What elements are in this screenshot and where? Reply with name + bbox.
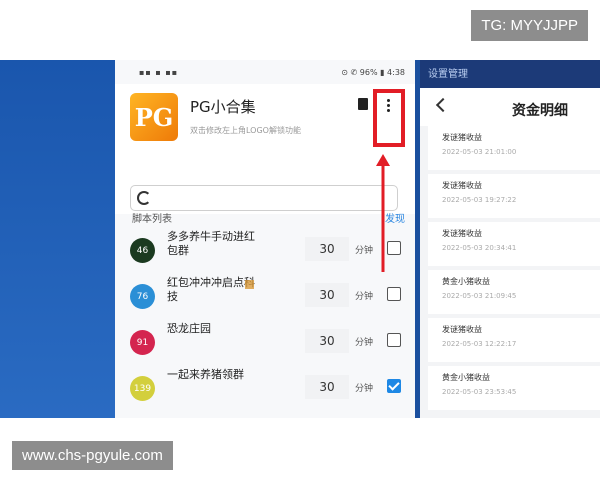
funds-entry-date: 2022-05-03 20:34:41 (442, 244, 517, 252)
funds-entry-date: 2022-05-03 19:27:22 (442, 196, 517, 204)
script-list-title: 脚本列表 (132, 214, 172, 225)
funds-entry-name: 发谜猪收益 (442, 181, 482, 190)
script-checkbox[interactable] (387, 287, 401, 301)
funds-header: 资金明细 (420, 88, 600, 126)
screenshot-photo: ▪▪ ▪ ▪▪ ⊙ ✆ 96% ▮ 4:38 PG PG小合集 双击修改左上角L… (0, 60, 600, 418)
funds-entry: 发谜猪收益 2022-05-03 19:27:22 (428, 174, 600, 218)
background-blue-panel (0, 60, 115, 418)
interval-unit: 分钟 (355, 292, 374, 302)
funds-entry: 黄金小猪收益 2022-05-03 23:53:45 (428, 366, 600, 410)
funds-banner-text: 设置管理 (428, 69, 468, 80)
interval-unit: 分钟 (355, 338, 374, 348)
funds-entry: 黄金小猪收益 2022-05-03 21:09:45 (428, 270, 600, 314)
funds-top-banner: 设置管理 (420, 60, 600, 88)
script-badge: 76 (130, 284, 155, 309)
script-list-header: 脚本列表 发现 (115, 206, 415, 226)
script-badge: 139 (130, 376, 155, 401)
interval-unit: 分钟 (355, 246, 374, 256)
funds-title: 资金明细 (512, 103, 568, 119)
phone-main-screen: ▪▪ ▪ ▪▪ ⊙ ✆ 96% ▮ 4:38 PG PG小合集 双击修改左上角L… (115, 60, 415, 418)
interval-input[interactable]: 30 (305, 283, 349, 307)
tag-icon (245, 280, 254, 289)
funds-entry: 发谜猪收益 2022-05-03 20:34:41 (428, 222, 600, 266)
script-name: 红包冲冲冲启点科技 (167, 276, 255, 303)
funds-entry-name: 发谜猪收益 (442, 133, 482, 142)
script-row[interactable]: 139 一起来养猪领群 30 分钟 (115, 368, 415, 414)
funds-entry: 发谜猪收益 2022-05-03 21:01:00 (428, 126, 600, 170)
script-badge: 46 (130, 238, 155, 263)
funds-entry-date: 2022-05-03 12:22:17 (442, 340, 517, 348)
funds-entry-date: 2022-05-03 23:53:45 (442, 388, 517, 396)
footer-url-label: www.chs-pgyule.com (12, 441, 173, 470)
interval-input[interactable]: 30 (305, 237, 349, 261)
funds-entry-date: 2022-05-03 21:09:45 (442, 292, 517, 300)
funds-entry-name: 黄金小猪收益 (442, 277, 490, 286)
funds-entry-date: 2022-05-03 21:01:00 (442, 148, 517, 156)
script-checkbox[interactable] (387, 333, 401, 347)
script-checkbox[interactable] (387, 241, 401, 255)
script-row[interactable]: 46 多多养牛手动进红包群 30 分钟 (115, 230, 415, 276)
script-badge: 91 (130, 330, 155, 355)
funds-entry-name: 发谜猪收益 (442, 325, 482, 334)
watermark-label: TG: MYYJJPP (471, 10, 588, 41)
interval-input[interactable]: 30 (305, 375, 349, 399)
script-name: 恐龙庄园 (167, 322, 211, 335)
script-name: 多多养牛手动进红包群 (167, 230, 255, 257)
back-arrow-icon[interactable] (435, 97, 451, 113)
script-checkbox-checked[interactable] (387, 379, 401, 393)
interval-unit: 分钟 (355, 384, 374, 394)
script-row[interactable]: 91 恐龙庄园 30 分钟 (115, 322, 415, 368)
funds-entry-name: 黄金小猪收益 (442, 373, 490, 382)
phone-funds-screen: 设置管理 资金明细 发谜猪收益 2022-05-03 21:01:00 发谜猪收… (420, 60, 600, 418)
script-row[interactable]: 76 红包冲冲冲启点科技 30 分钟 (115, 276, 415, 322)
funds-entry: 发谜猪收益 2022-05-03 12:22:17 (428, 318, 600, 362)
script-name: 一起来养猪领群 (167, 368, 244, 381)
discover-link[interactable]: 发现 (385, 210, 405, 225)
interval-input[interactable]: 30 (305, 329, 349, 353)
funds-entry-name: 发谜猪收益 (442, 229, 482, 238)
